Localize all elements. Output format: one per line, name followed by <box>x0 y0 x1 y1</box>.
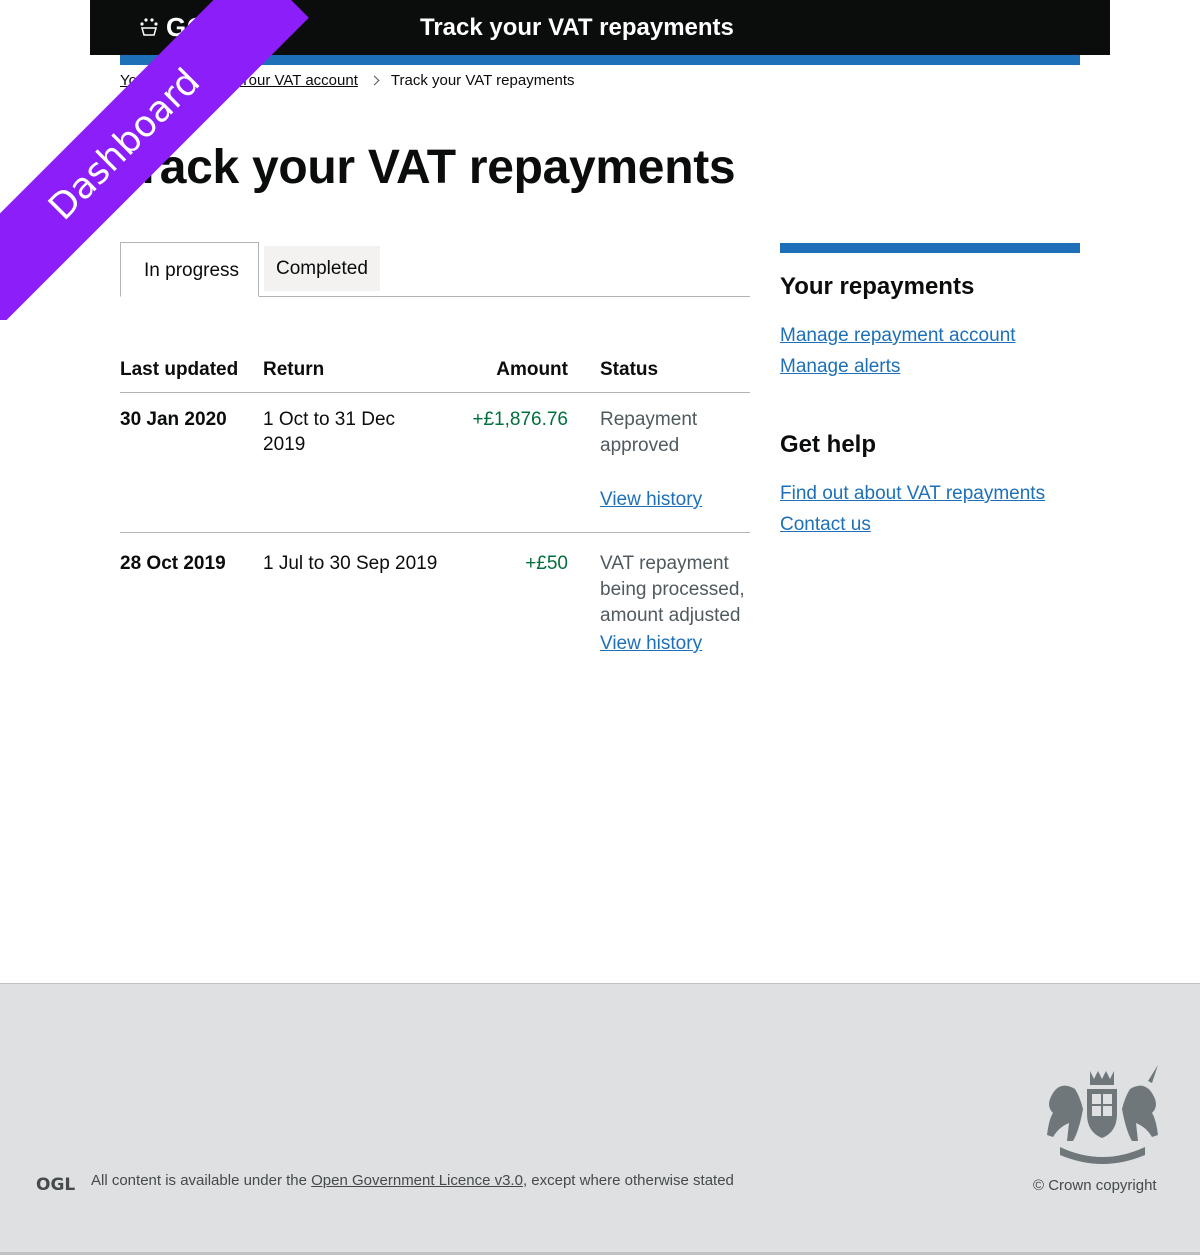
get-help-heading: Get help <box>780 431 877 458</box>
header-amount: Amount <box>496 359 568 380</box>
breadcrumb-current: Track your VAT repayments <box>390 72 575 89</box>
chevron-right-icon <box>218 75 229 86</box>
ogl-logo-icon: OGL <box>36 1175 75 1192</box>
licence-text: All content is available under the Open … <box>91 1172 734 1189</box>
header-return: Return <box>263 359 325 380</box>
site-footer: OGL All content is available under the O… <box>0 983 1200 1255</box>
header-last-updated: Last updated <box>120 359 239 380</box>
licence-prefix: All content is available under the <box>91 1172 312 1189</box>
header-status: Status <box>600 359 659 380</box>
breadcrumb: Your account Your VAT account Track your… <box>120 72 575 89</box>
table-header: Last updated Return Amount Status <box>120 355 750 393</box>
row-status: Repayment approved <box>600 409 698 456</box>
ogl-logo-text: OGL <box>36 1175 75 1192</box>
find-out-vat-repayments-link[interactable]: Find out about VAT repayments <box>780 478 1080 509</box>
row-amount: +£1,876.76 <box>472 409 568 430</box>
row-last-updated: 30 Jan 2020 <box>120 409 227 430</box>
view-history-link[interactable]: View history <box>600 489 702 511</box>
open-government-licence-link[interactable]: Open Government Licence v3.0 <box>311 1172 523 1189</box>
manage-repayment-account-link[interactable]: Manage repayment account <box>780 320 1080 351</box>
tab-completed[interactable]: Completed <box>264 246 380 291</box>
row-status: VAT repayment being processed, amount ad… <box>600 553 745 626</box>
crown-icon <box>140 18 158 36</box>
sidebar: Your repayments Manage repayment account… <box>780 243 1080 540</box>
your-repayments-heading: Your repayments <box>780 273 975 300</box>
sidebar-accent-bar <box>780 243 1080 253</box>
manage-alerts-link[interactable]: Manage alerts <box>780 351 1080 382</box>
site-header: GOV.UK Track your VAT repayments <box>90 0 1110 55</box>
repayments-table: Last updated Return Amount Status 30 Jan… <box>120 355 750 673</box>
contact-us-link[interactable]: Contact us <box>780 509 1080 540</box>
service-title[interactable]: Track your VAT repayments <box>420 14 734 42</box>
view-history-link[interactable]: View history <box>600 633 702 655</box>
royal-coat-of-arms-icon <box>1047 1065 1158 1164</box>
govuk-logo[interactable]: GOV.UK <box>138 12 269 42</box>
table-row: 30 Jan 2020 1 Oct to 31 Dec 2019 +£1,876… <box>120 393 750 533</box>
row-last-updated: 28 Oct 2019 <box>120 553 226 574</box>
page-title: Track your VAT repayments <box>115 141 736 194</box>
crown-copyright[interactable]: © Crown copyright <box>1033 1177 1157 1194</box>
table-row: 28 Oct 2019 1 Jul to 30 Sep 2019 +£50 VA… <box>120 533 750 673</box>
row-amount: +£50 <box>525 553 568 574</box>
licence-suffix: , except where otherwise stated <box>522 1172 734 1189</box>
your-repayments-links: Manage repayment account Manage alerts <box>780 320 1080 382</box>
logo-text: GOV.UK <box>166 11 270 42</box>
get-help-links: Find out about VAT repayments Contact us <box>780 478 1080 540</box>
tab-in-progress[interactable]: In progress <box>120 242 259 297</box>
row-return: 1 Oct to 31 Dec 2019 <box>263 409 396 455</box>
breadcrumb-your-account[interactable]: Your account <box>120 72 207 89</box>
repayment-tabs: In progress Completed <box>120 242 750 297</box>
breadcrumb-your-vat-account[interactable]: Your VAT account <box>240 72 358 89</box>
header-accent-bar <box>120 55 1080 65</box>
chevron-right-icon <box>369 75 380 86</box>
